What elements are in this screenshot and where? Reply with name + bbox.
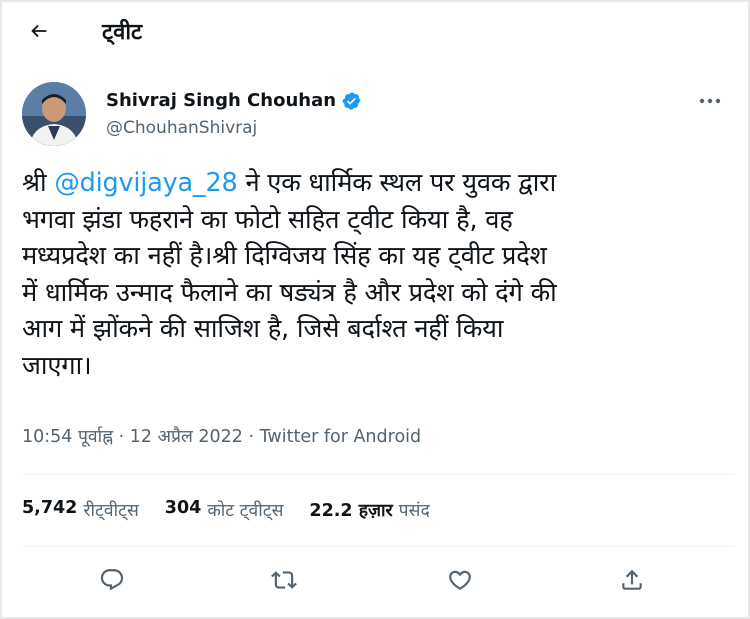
likes-stat[interactable]: 22.2 हज़ार पसंद (309, 498, 429, 522)
page-title: ट्वीट (102, 20, 143, 45)
more-button[interactable] (692, 86, 728, 116)
meta-separator: · (242, 427, 260, 447)
retweet-button[interactable] (266, 562, 302, 598)
quotes-label: कोट ट्वीट्स (207, 501, 284, 521)
action-bar (0, 558, 750, 602)
author-name[interactable]: Shivraj Singh Chouhan (106, 90, 336, 111)
author-name-row[interactable]: Shivraj Singh Chouhan (106, 90, 362, 111)
retweet-icon (271, 571, 297, 589)
tweet-body: ने एक धार्मिक स्थल पर युवक द्वारा भगवा झ… (22, 168, 557, 381)
tweet-text: श्री @digvijaya_28 ने एक धार्मिक स्थल पर… (22, 165, 734, 384)
quotes-stat[interactable]: 304 कोट ट्वीट्स (165, 498, 284, 522)
tweet-stats: 5,742 रीट्वीट्स 304 कोट ट्वीट्स 22.2 हज़… (22, 498, 430, 522)
tweet-meta: 10:54 पूर्वाह्न · 12 अप्रैल 2022 · Twitt… (22, 424, 421, 448)
retweets-count: 5,742 (22, 498, 78, 518)
back-button[interactable] (22, 14, 56, 48)
like-button[interactable] (442, 562, 478, 598)
avatar-image (22, 82, 86, 146)
retweets-label: रीट्वीट्स (83, 501, 139, 521)
like-icon (449, 570, 471, 590)
more-icon (699, 98, 721, 104)
share-icon (622, 569, 642, 590)
share-button[interactable] (614, 562, 650, 598)
author-handle[interactable]: @ChouhanShivraj (106, 118, 257, 138)
reply-button[interactable] (94, 562, 130, 598)
tweet-date[interactable]: 12 अप्रैल 2022 (130, 427, 243, 447)
top-bar: ट्वीट (0, 0, 750, 60)
tweet-source[interactable]: Twitter for Android (260, 427, 422, 447)
quotes-count: 304 (164, 498, 202, 518)
reply-icon (100, 569, 124, 591)
divider (22, 474, 734, 475)
divider (22, 546, 734, 547)
mention-link[interactable]: @digvijaya_28 (54, 168, 237, 198)
likes-label: पसंद (398, 501, 430, 521)
avatar[interactable] (22, 82, 86, 146)
meta-separator: · (113, 427, 130, 447)
tweet-prefix: श्री (22, 168, 55, 198)
tweet-time[interactable]: 10:54 पूर्वाह्न (22, 427, 113, 447)
back-arrow-icon (31, 24, 47, 38)
likes-count: 22.2 हज़ार (309, 501, 393, 521)
retweets-stat[interactable]: 5,742 रीट्वीट्स (22, 498, 139, 522)
verified-badge-icon (342, 91, 361, 110)
